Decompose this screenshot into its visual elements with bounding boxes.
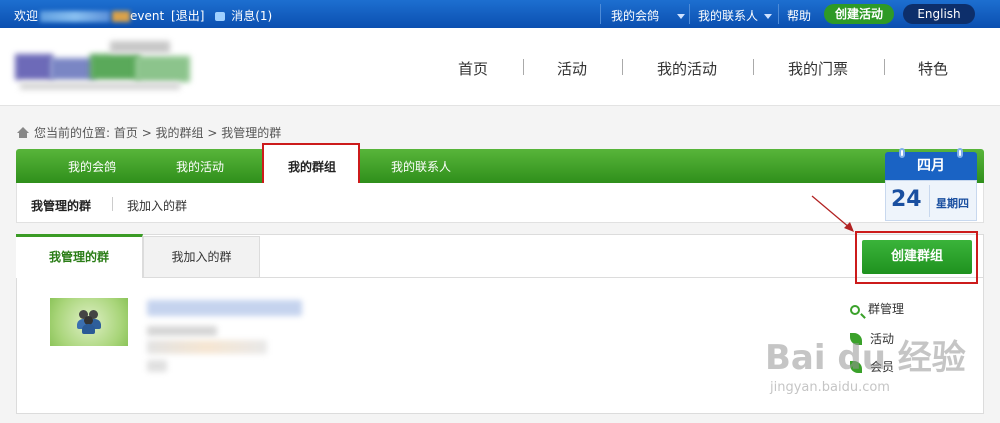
language-button[interactable]: English — [903, 4, 975, 24]
nav-home[interactable]: 首页 — [458, 58, 488, 79]
my-events-menu[interactable]: 我的会鸽 — [611, 7, 686, 24]
search-icon — [850, 305, 860, 315]
tab-my-contacts[interactable]: 我的联系人 — [391, 158, 451, 175]
my-contacts-label: 我的联系人 — [698, 9, 759, 23]
breadcrumb-path[interactable]: 首页 > 我的群组 > 我管理的群 — [114, 126, 281, 140]
group-manage-label: 群管理 — [868, 302, 905, 316]
divider — [929, 185, 930, 217]
panel-tab-joined[interactable]: 我加入的群 — [143, 236, 260, 278]
calendar-ring-icon — [899, 148, 905, 158]
subnav-managed-groups[interactable]: 我管理的群 — [31, 197, 91, 214]
baidu-watermark: Bai du 经验 — [765, 338, 966, 378]
divider — [523, 59, 524, 75]
username-suffix: event — [130, 9, 165, 23]
nav-my-tickets[interactable]: 我的门票 — [788, 58, 848, 79]
nav-my-activities[interactable]: 我的活动 — [657, 58, 717, 79]
my-contacts-menu[interactable]: 我的联系人 — [698, 7, 773, 24]
help-link[interactable]: 帮助 — [787, 7, 811, 24]
site-header: 首页 活动 我的活动 我的门票 特色 — [0, 28, 1000, 106]
blurred-group-info — [147, 326, 217, 336]
blurred-username-2 — [112, 11, 131, 22]
calendar-weekday: 星期四 — [936, 197, 969, 210]
baidu-watermark-url: jingyan.baidu.com — [770, 380, 890, 395]
tab-my-events[interactable]: 我的会鸽 — [68, 158, 116, 175]
messages-link[interactable]: 消息(1) — [231, 9, 272, 23]
calendar-widget: 四月 24 星期四 — [885, 148, 977, 221]
chevron-down-icon — [677, 14, 686, 19]
chevron-down-icon — [764, 14, 773, 19]
highlight-box — [855, 231, 978, 284]
blurred-username — [40, 11, 111, 22]
divider — [778, 4, 779, 24]
calendar-day: 24 — [891, 187, 922, 212]
panel-tab-managed[interactable]: 我管理的群 — [16, 234, 143, 278]
home-icon — [17, 127, 29, 138]
create-activity-button[interactable]: 创建活动 — [824, 4, 894, 24]
divider — [622, 59, 623, 75]
calendar-body: 24 星期四 — [885, 180, 977, 221]
nav-activities[interactable]: 活动 — [557, 58, 587, 79]
breadcrumb: 您当前的位置: 首页 > 我的群组 > 我管理的群 — [17, 124, 281, 141]
divider — [689, 4, 690, 24]
user-area: 欢迎 event [退出] 消息(1) — [14, 7, 275, 24]
nav-featured[interactable]: 特色 — [918, 58, 948, 79]
group-manage-link[interactable]: 群管理 — [850, 300, 904, 317]
divider — [884, 59, 885, 75]
blurred-group-info — [147, 340, 267, 354]
blurred-group-name[interactable] — [147, 300, 302, 316]
logout-link[interactable]: [退出] — [171, 9, 204, 23]
site-logo[interactable] — [10, 36, 195, 94]
top-bar: 欢迎 event [退出] 消息(1) 我的会鸽 我的联系人 帮助 创建活动 En… — [0, 0, 1000, 28]
breadcrumb-prefix: 您当前的位置: — [34, 126, 111, 140]
tab-my-activities[interactable]: 我的活动 — [176, 158, 224, 175]
blurred-group-info — [147, 360, 167, 372]
section-tab-bar — [16, 149, 984, 183]
my-events-label: 我的会鸽 — [611, 9, 660, 23]
subnav-joined-groups[interactable]: 我加入的群 — [127, 197, 187, 214]
annotation-arrow-icon — [811, 195, 854, 232]
divider — [112, 197, 113, 211]
message-icon — [215, 12, 226, 21]
group-people-icon — [77, 306, 101, 334]
divider — [600, 4, 601, 24]
calendar-ring-icon — [957, 148, 963, 158]
welcome-text: 欢迎 — [14, 9, 39, 23]
divider — [753, 59, 754, 75]
